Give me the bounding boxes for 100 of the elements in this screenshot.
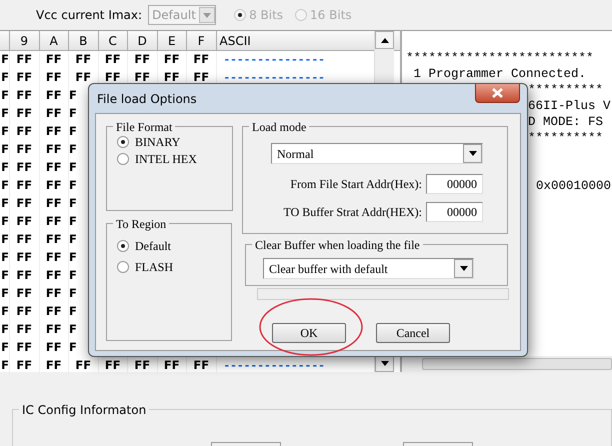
table-cell: FF <box>10 69 40 87</box>
log-line: D MODE: FS <box>528 114 604 130</box>
field-label: TO Buffer Strat Addr(HEX): <box>283 204 422 221</box>
column-header: F <box>187 31 216 50</box>
table-cell: FF <box>10 51 40 69</box>
caret-icon <box>380 360 388 366</box>
table-cell: F <box>0 321 10 339</box>
close-button[interactable] <box>475 84 520 103</box>
address-field[interactable]: 00000 <box>426 174 483 194</box>
caret-icon <box>460 266 468 271</box>
ok-button[interactable]: OK <box>272 323 346 343</box>
table-cell: F <box>0 339 10 357</box>
ascii-cell-text: --------------- <box>224 70 327 86</box>
log-line: 0x00010000 <box>536 178 612 194</box>
table-cell: F <box>0 141 10 159</box>
table-cell: FF <box>40 195 69 213</box>
table-cell: F <box>0 231 10 249</box>
ascii-cell-text: --------------- <box>224 52 327 68</box>
table-cell: FF <box>40 303 69 321</box>
close-icon <box>492 88 503 98</box>
table-cell: FF <box>10 195 40 213</box>
table-cell: FF <box>10 105 40 123</box>
table-cell: FF <box>40 141 69 159</box>
table-cell: F <box>0 285 10 303</box>
table-cell: FF <box>10 177 40 195</box>
table-cell: F <box>0 69 10 87</box>
field-label: Vcc current Imax: <box>36 7 142 24</box>
table-cell: FF <box>128 51 158 69</box>
table-cell: F <box>0 195 10 213</box>
radio-label: BINARY <box>135 134 180 150</box>
table-cell: F <box>0 249 10 267</box>
radio-label: Default <box>135 238 171 254</box>
table-cell: FF <box>40 249 69 267</box>
table-cell: F <box>0 357 10 375</box>
table-cell: F <box>0 213 10 231</box>
table-cell: FF <box>40 357 69 375</box>
caret-icon <box>203 12 212 18</box>
radio-button[interactable] <box>117 240 129 252</box>
table-cell: FF <box>40 123 69 141</box>
column-header: E <box>158 31 187 50</box>
table-cell: FF <box>10 285 40 303</box>
log-line: 1 Programmer Connected. <box>412 66 586 82</box>
table-cell: FF <box>98 51 128 69</box>
table-cell: FF <box>10 303 40 321</box>
radio-label: INTEL HEX <box>135 150 197 168</box>
radio-label: FLASH <box>135 258 174 276</box>
table-cell: FF <box>10 213 40 231</box>
field-label: From File Start Addr(Hex): <box>290 176 422 193</box>
table-cell: FF <box>10 123 40 141</box>
table-cell: FF <box>40 285 69 303</box>
log-line: ********** <box>528 130 604 146</box>
ascii-cell-text: --------------- <box>224 358 327 374</box>
table-cell: FF <box>10 159 40 177</box>
table-cell: FF <box>40 213 69 231</box>
radio-button[interactable] <box>117 136 129 148</box>
table-cell: F <box>0 159 10 177</box>
mode-dropdown[interactable]: Normal <box>271 143 483 164</box>
radio-label: 16 Bits <box>310 7 352 24</box>
address-field[interactable]: 00000 <box>426 202 483 222</box>
table-cell: FF <box>10 141 40 159</box>
table-cell: FF <box>40 105 69 123</box>
radio-label: 8 Bits <box>249 7 284 24</box>
table-cell: FF <box>40 87 69 105</box>
table-cell: FF <box>10 231 40 249</box>
scroll-up-button[interactable] <box>375 31 394 49</box>
table-cell: FF <box>40 231 69 249</box>
table-cell: FF <box>10 249 40 267</box>
table-cell: FF <box>10 87 40 105</box>
table-cell: FF <box>40 177 69 195</box>
table-cell: F <box>0 267 10 285</box>
table-cell: F <box>0 105 10 123</box>
table-cell: FF <box>10 339 40 357</box>
log-line: ********** <box>528 82 604 98</box>
horizontal-scrollbar[interactable] <box>402 356 612 372</box>
table-cell: F <box>0 177 10 195</box>
column-header: A <box>40 31 69 50</box>
table-cell: FF <box>69 51 98 69</box>
table-cell: F <box>0 123 10 141</box>
table-cell: FF <box>40 159 69 177</box>
column-header: B <box>69 31 98 50</box>
cancel-button[interactable]: Cancel <box>376 323 450 343</box>
caret-icon <box>468 151 476 156</box>
table-cell: F <box>0 303 10 321</box>
table-cell: FF <box>40 321 69 339</box>
table-cell: FF <box>40 267 69 285</box>
log-line: 66II-Plus V <box>528 98 611 114</box>
table-cell: FF <box>187 51 216 69</box>
table-cell: F <box>0 51 10 69</box>
radio-button[interactable] <box>117 152 129 164</box>
column-header: C <box>98 31 128 50</box>
log-line: ************************* <box>406 50 594 66</box>
table-cell: FF <box>10 267 40 285</box>
radio-button[interactable] <box>117 260 129 272</box>
table-cell: FF <box>40 51 69 69</box>
arrow-up-icon <box>380 38 388 42</box>
table-cell: FF <box>10 357 40 375</box>
clear-buffer-dropdown[interactable]: Clear buffer with default <box>263 258 474 279</box>
table-cell: F <box>0 87 10 105</box>
table-cell: FF <box>158 51 187 69</box>
table-cell: FF <box>40 69 69 87</box>
